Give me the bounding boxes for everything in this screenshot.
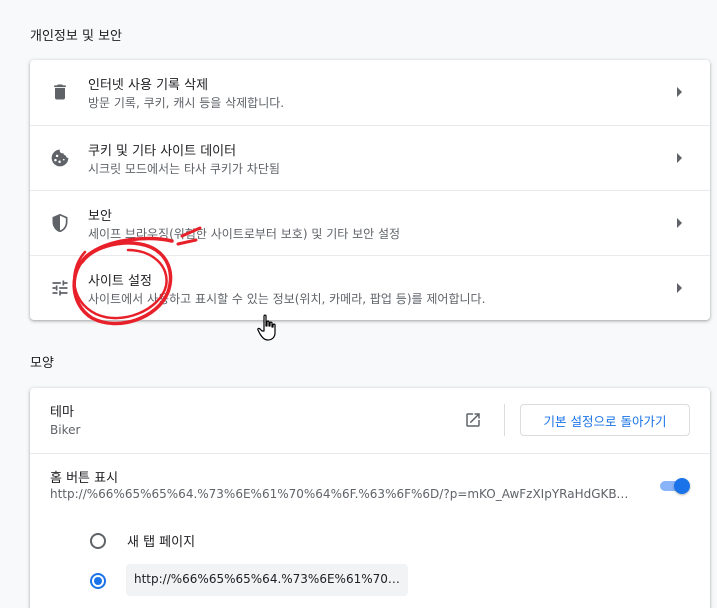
row-title: 보안 (88, 209, 112, 224)
home-button-row: 홈 버튼 표시 http://%66%65%65%64.%73%6E%61%70… (30, 453, 710, 518)
chevron-right-icon (677, 87, 682, 97)
custom-url-input[interactable]: http://%66%65%65%64.%73%6E%61%70%64... (126, 564, 408, 596)
cookies-row[interactable]: 쿠키 및 기타 사이트 데이터 시크릿 모드에서는 타사 쿠키가 차단됨 (30, 125, 710, 190)
chevron-right-icon (677, 218, 682, 228)
row-subtitle: 방문 기록, 쿠키, 캐시 등을 삭제합니다. (88, 96, 285, 110)
theme-value: Biker (50, 423, 81, 437)
row-title: 사이트 설정 (88, 274, 152, 289)
theme-row: 테마 Biker 기본 설정으로 돌아가기 (30, 388, 710, 453)
row-subtitle: 세이프 브라우징(위험한 사이트로부터 보호) 및 기타 보안 설정 (88, 227, 401, 241)
security-row[interactable]: 보안 세이프 브라우징(위험한 사이트로부터 보호) 및 기타 보안 설정 (30, 190, 710, 255)
appearance-section-title: 모양 (30, 356, 54, 371)
chevron-right-icon (677, 283, 682, 293)
custom-url-radio[interactable] (90, 573, 106, 589)
home-button-label: 홈 버튼 표시 (50, 471, 119, 486)
row-subtitle: 사이트에서 사용하고 표시할 수 있는 정보(위치, 카메라, 팝업 등)를 제… (88, 292, 486, 306)
row-title: 인터넷 사용 기록 삭제 (88, 78, 209, 93)
privacy-card: 인터넷 사용 기록 삭제 방문 기록, 쿠키, 캐시 등을 삭제합니다. 쿠키 … (30, 60, 710, 320)
trash-icon (54, 84, 66, 100)
home-button-url: http://%66%65%65%64.%73%6E%61%70%64%6F.%… (50, 487, 635, 501)
reset-theme-button[interactable]: 기본 설정으로 돌아가기 (520, 404, 690, 436)
hand-cursor-icon (257, 314, 276, 341)
theme-label: 테마 (50, 405, 74, 420)
clear-browsing-data-row[interactable]: 인터넷 사용 기록 삭제 방문 기록, 쿠키, 캐시 등을 삭제합니다. (30, 60, 710, 125)
new-tab-label: 새 탭 페이지 (127, 535, 196, 550)
site-settings-row[interactable]: 사이트 설정 사이트에서 사용하고 표시할 수 있는 정보(위치, 카메라, 팝… (30, 255, 710, 320)
cookie-icon (51, 149, 69, 167)
tune-icon (52, 280, 68, 296)
new-tab-radio[interactable] (90, 533, 106, 549)
row-title: 쿠키 및 기타 사이트 데이터 (88, 144, 237, 159)
row-subtitle: 시크릿 모드에서는 타사 쿠키가 차단됨 (88, 162, 280, 176)
shield-icon (52, 213, 68, 233)
open-in-new-icon[interactable] (464, 411, 482, 429)
toggle-knob (674, 478, 690, 494)
privacy-section-title: 개인정보 및 보안 (30, 29, 122, 44)
appearance-card: 테마 Biker 기본 설정으로 돌아가기 홈 버튼 표시 http://%66… (30, 388, 710, 608)
home-button-toggle[interactable] (660, 478, 690, 494)
chevron-right-icon (677, 153, 682, 163)
divider (504, 404, 505, 436)
